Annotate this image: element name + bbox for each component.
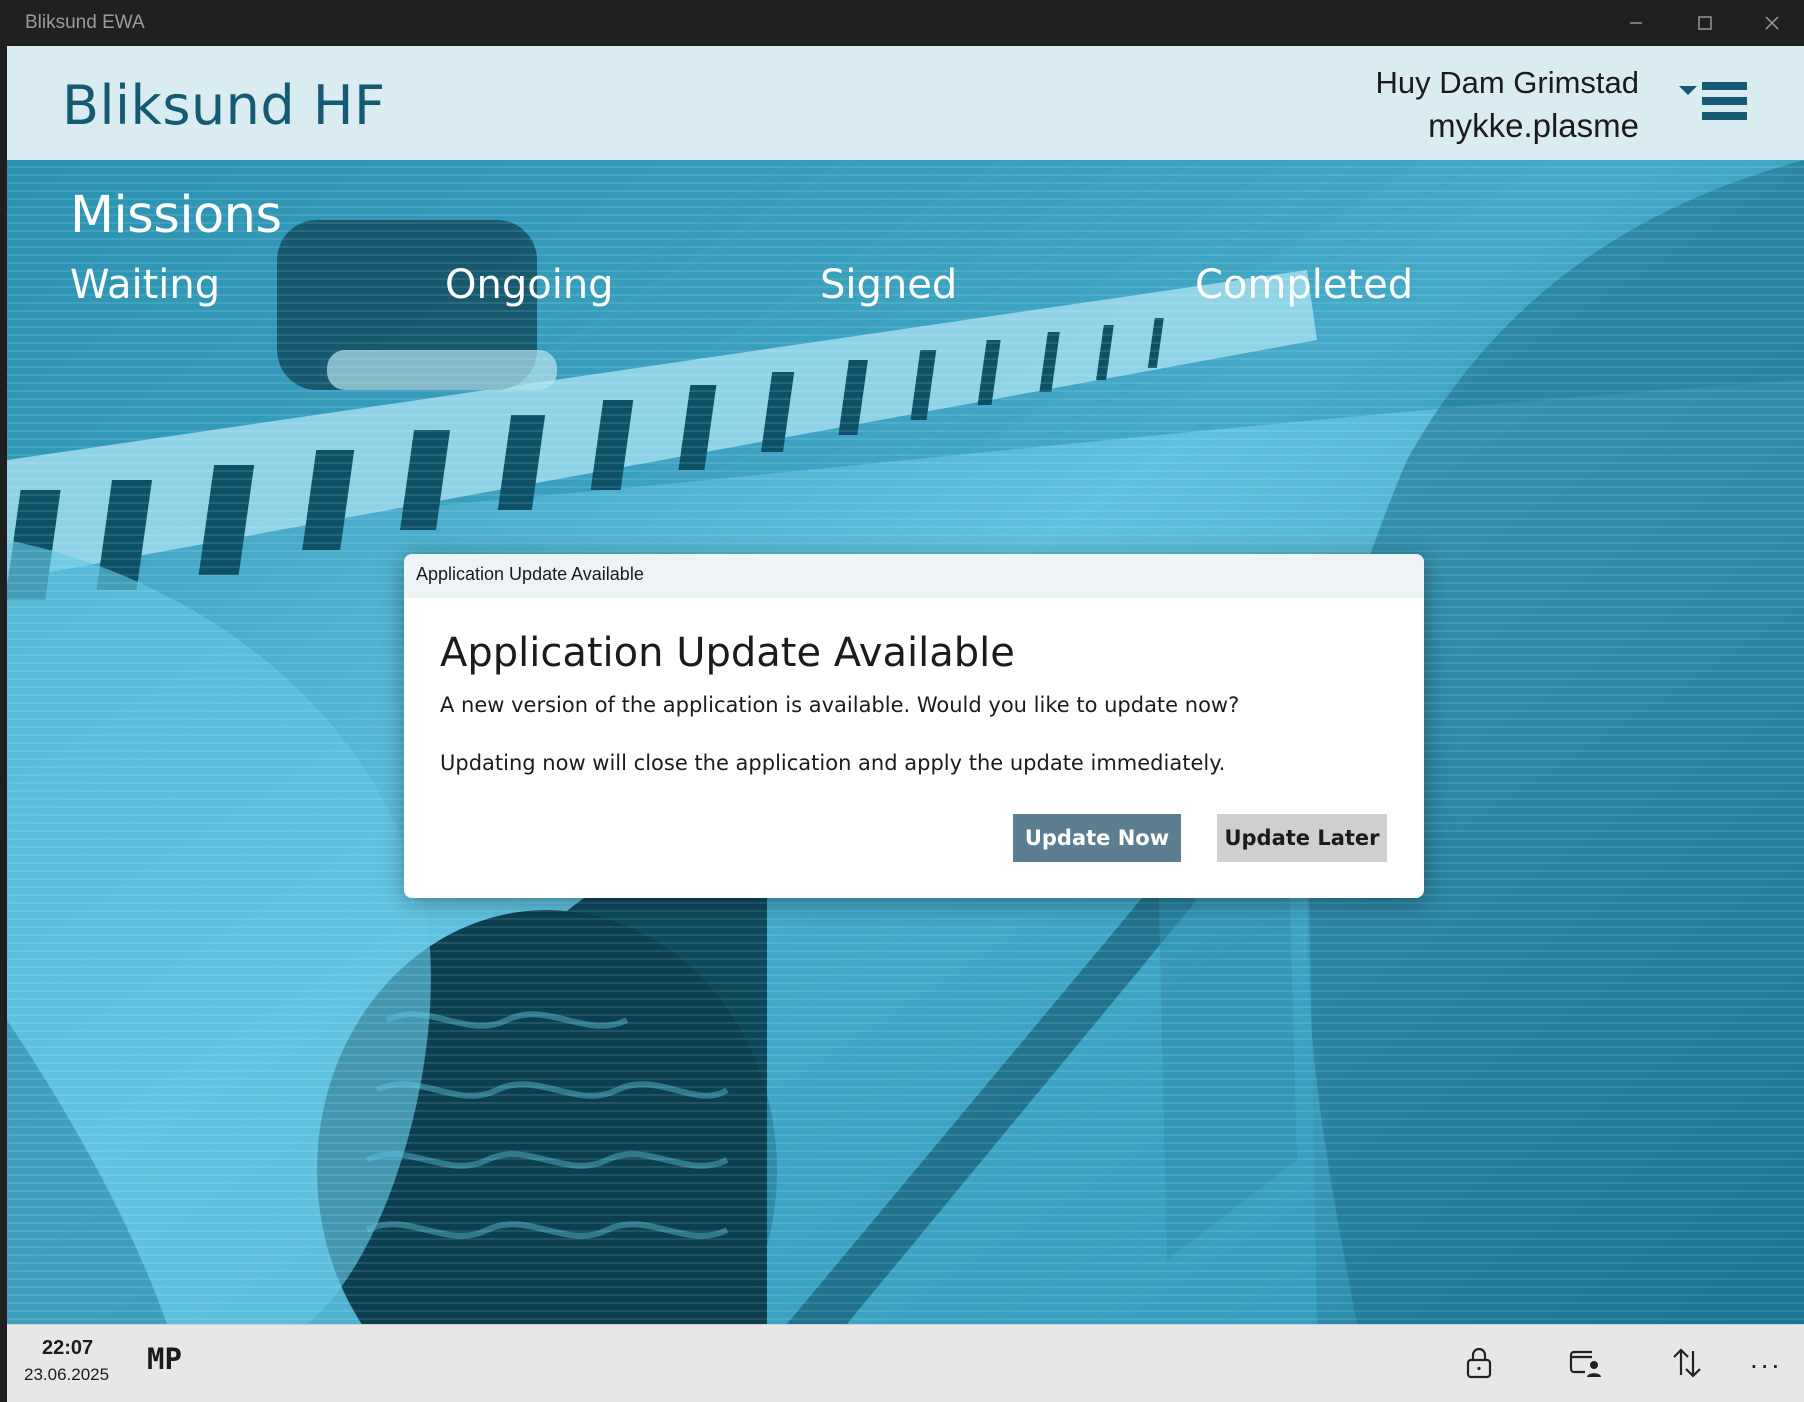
tab-ongoing[interactable]: Ongoing xyxy=(445,262,614,308)
maximize-icon[interactable] xyxy=(1670,0,1739,46)
dialog-heading: Application Update Available xyxy=(440,630,1015,676)
dialog-titlebar: Application Update Available xyxy=(404,554,1424,598)
status-bar: 22:07 23.06.2025 MP ... xyxy=(7,1324,1804,1402)
user-initials[interactable]: MP xyxy=(147,1342,182,1376)
update-dialog: Application Update Available Application… xyxy=(404,554,1424,898)
user-login: mykke.plasme xyxy=(1428,107,1639,144)
dialog-detail: Updating now will close the application … xyxy=(440,751,1226,775)
app-window: Bliksund HF Huy Dam Grimstad mykke.plasm… xyxy=(7,46,1804,1402)
update-later-button[interactable]: Update Later xyxy=(1217,814,1387,862)
lock-icon[interactable] xyxy=(1459,1343,1499,1383)
clock-time: 22:07 xyxy=(42,1337,94,1359)
dialog-message: A new version of the application is avai… xyxy=(440,693,1240,717)
tab-waiting[interactable]: Waiting xyxy=(70,262,220,308)
more-options-button[interactable]: ... xyxy=(1750,1343,1782,1375)
app-header: Bliksund HF Huy Dam Grimstad mykke.plasm… xyxy=(7,46,1804,160)
clock-date: 23.06.2025 xyxy=(24,1365,110,1384)
sync-arrows-icon[interactable] xyxy=(1667,1343,1707,1383)
window-titlebar: Bliksund EWA xyxy=(0,0,1804,46)
minimize-icon[interactable] xyxy=(1601,0,1670,46)
window-title: Bliksund EWA xyxy=(25,12,145,33)
missions-title: Missions xyxy=(70,186,282,245)
brand-title: Bliksund HF xyxy=(62,74,386,137)
user-info: Huy Dam Grimstad mykke.plasme xyxy=(1375,62,1639,148)
device-user-icon[interactable] xyxy=(1565,1343,1605,1383)
user-name: Huy Dam Grimstad xyxy=(1375,65,1639,100)
tab-signed[interactable]: Signed xyxy=(820,262,957,308)
update-now-button[interactable]: Update Now xyxy=(1013,814,1181,862)
hamburger-menu-icon[interactable] xyxy=(1676,76,1756,136)
tab-completed[interactable]: Completed xyxy=(1195,262,1413,308)
close-icon[interactable] xyxy=(1737,0,1804,46)
